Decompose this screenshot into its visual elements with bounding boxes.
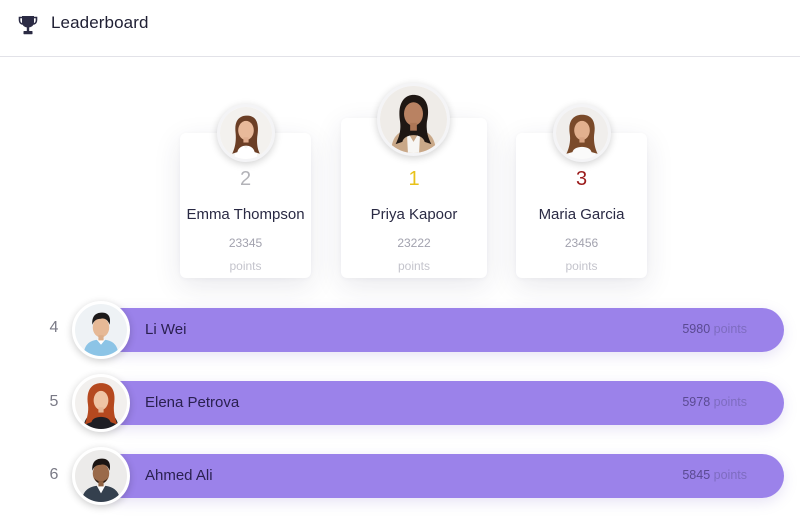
podium-score: 23456 [564, 236, 599, 250]
list-item-score-value: 5845 [682, 468, 711, 482]
list-item-points-label: points [713, 395, 747, 409]
list-item-score: 5845 points [682, 468, 747, 482]
podium-name: Maria Garcia [538, 206, 625, 223]
podium-points-label: points [565, 259, 598, 273]
avatar [217, 104, 275, 162]
podium-points-label: points [229, 259, 262, 273]
avatar [377, 83, 450, 156]
avatar [72, 301, 130, 359]
podium-name: Priya Kapoor [370, 206, 458, 223]
list-item[interactable]: Ahmed Ali 5845 points [100, 454, 784, 498]
list-item-points-label: points [713, 322, 747, 336]
list-rank: 6 [49, 466, 59, 483]
podium-rank: 1 [408, 168, 420, 190]
podium-name: Emma Thompson [186, 206, 305, 223]
header-bar: Leaderboard [0, 0, 800, 57]
avatar [72, 447, 130, 505]
page-title: Leaderboard [51, 13, 149, 32]
podium-score: 23222 [397, 236, 431, 250]
list-item-name: Ahmed Ali [145, 467, 213, 484]
list-item[interactable]: Li Wei 5980 points [100, 308, 784, 352]
list-item-name: Elena Petrova [145, 394, 240, 411]
podium-rank: 2 [239, 168, 252, 190]
list-item-score: 5980 points [682, 322, 747, 336]
podium-rank: 3 [575, 168, 588, 190]
avatar [553, 104, 611, 162]
list-rank: 5 [49, 393, 59, 410]
list-item[interactable]: Elena Petrova 5978 points [100, 381, 784, 425]
list-item-score-value: 5978 [682, 395, 711, 409]
list-rank: 4 [49, 319, 59, 336]
avatar [72, 374, 130, 432]
list-item-score: 5978 points [682, 395, 747, 409]
trophy-icon [18, 14, 38, 36]
list-item-name: Li Wei [145, 321, 187, 338]
podium-score: 23345 [228, 236, 263, 250]
list-item-points-label: points [713, 468, 747, 482]
list-item-score-value: 5980 [682, 322, 711, 336]
podium-points-label: points [397, 259, 431, 273]
